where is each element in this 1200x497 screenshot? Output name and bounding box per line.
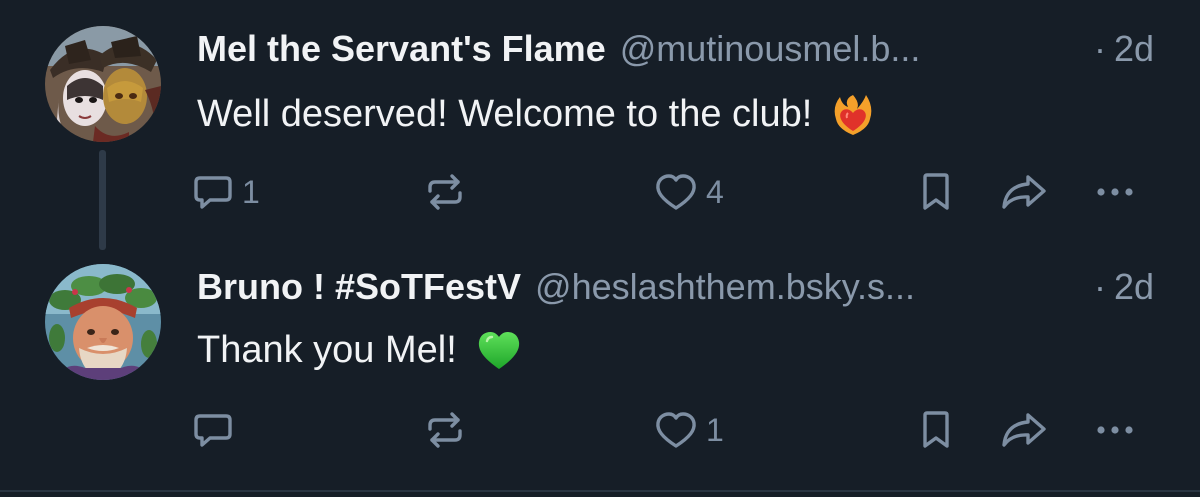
post-time[interactable]: · 2d (1094, 264, 1154, 310)
post-actions: 1 4 (0, 162, 1200, 222)
share-arrow-icon (1000, 409, 1048, 451)
post-header: Mel the Servant's Flame @mutinousmel.b..… (197, 26, 1154, 72)
reply-button[interactable] (192, 400, 242, 460)
bookmark-icon (916, 171, 956, 213)
green-heart-emoji (475, 327, 523, 373)
like-button[interactable]: 4 (654, 162, 724, 222)
heart-outline-icon (654, 409, 698, 451)
time-value: 2d (1113, 266, 1154, 307)
display-name[interactable]: Bruno ! #SoTFestV (197, 264, 521, 310)
share-arrow-icon (1000, 171, 1048, 213)
handle[interactable]: @heslashthem.bsky.s... (535, 264, 1074, 310)
reply-count: 1 (242, 174, 260, 210)
speech-bubble-icon (192, 171, 234, 213)
heart-outline-icon (654, 171, 698, 213)
time-separator: · (1093, 266, 1106, 307)
avatar[interactable] (45, 264, 161, 380)
speech-bubble-icon (192, 409, 234, 451)
heart-on-fire-emoji (830, 91, 876, 137)
post-text: Thank you Mel! (197, 326, 523, 374)
bookmark-icon (916, 409, 956, 451)
repost-button[interactable] (424, 162, 474, 222)
display-name[interactable]: Mel the Servant's Flame (197, 26, 606, 72)
more-options-button[interactable] (1092, 162, 1138, 222)
time-separator: · (1093, 28, 1106, 69)
repost-arrows-icon (424, 409, 466, 451)
repost-button[interactable] (424, 400, 474, 460)
like-count: 1 (706, 412, 724, 448)
reply-post: Mel the Servant's Flame @mutinousmel.b..… (0, 0, 1200, 250)
reply-post: Bruno ! #SoTFestV @heslashthem.bsky.s...… (0, 250, 1200, 490)
post-actions: 1 (0, 400, 1200, 460)
like-button[interactable]: 1 (654, 400, 724, 460)
like-count: 4 (706, 174, 724, 210)
divider (0, 490, 1200, 492)
share-button[interactable] (1000, 400, 1048, 460)
ellipsis-icon (1092, 409, 1138, 451)
repost-arrows-icon (424, 171, 466, 213)
bookmark-button[interactable] (916, 400, 956, 460)
more-options-button[interactable] (1092, 400, 1138, 460)
reply-button[interactable]: 1 (192, 162, 260, 222)
post-header: Bruno ! #SoTFestV @heslashthem.bsky.s...… (197, 264, 1154, 310)
bookmark-button[interactable] (916, 162, 956, 222)
post-text-content: Well deserved! Welcome to the club! (197, 93, 813, 135)
post-time[interactable]: · 2d (1094, 26, 1154, 72)
post-text-content: Thank you Mel! (197, 329, 457, 371)
handle[interactable]: @mutinousmel.b... (620, 26, 1074, 72)
ellipsis-icon (1092, 171, 1138, 213)
post-text: Well deserved! Welcome to the club! (197, 90, 876, 138)
share-button[interactable] (1000, 162, 1048, 222)
time-value: 2d (1113, 28, 1154, 69)
avatar[interactable] (45, 26, 161, 142)
